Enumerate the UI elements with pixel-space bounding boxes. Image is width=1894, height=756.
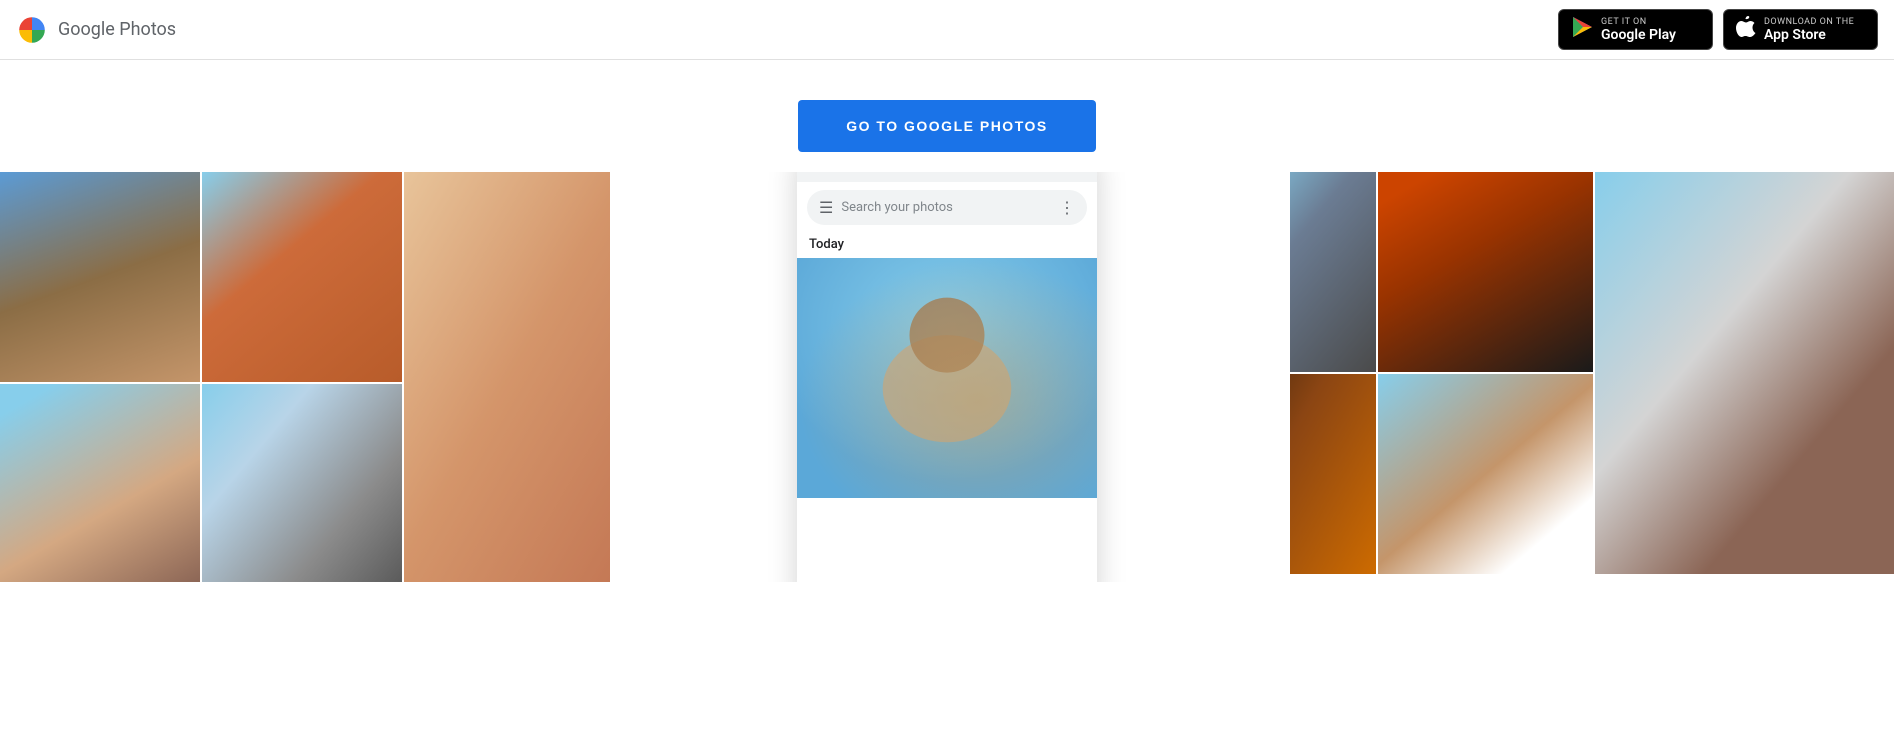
cta-section: GO TO GOOGLE PHOTOS <box>0 60 1894 172</box>
phone-mockup: ☰ Search your photos ⋮ Today <box>797 172 1097 582</box>
photo-child-selfie <box>404 172 614 582</box>
google-pinwheel-icon <box>16 14 48 46</box>
header: Google Photos GET IT ON Google Play <box>0 0 1894 60</box>
photo-selfie-couple <box>0 384 200 582</box>
phone-photo-large <box>797 258 1097 498</box>
app-store-name: App Store <box>1764 27 1854 43</box>
phone-search-text: Search your photos <box>841 200 1051 215</box>
apple-icon <box>1736 16 1756 43</box>
logo-text: Google Photos <box>58 19 176 40</box>
app-store-sub: Download on the <box>1764 17 1854 27</box>
phone-menu-icon: ☰ <box>819 198 833 217</box>
phone-screen: ☰ Search your photos ⋮ Today <box>797 182 1097 582</box>
photo-red-rocks <box>202 172 402 382</box>
app-store-button[interactable]: Download on the App Store <box>1723 9 1878 50</box>
phone-search-bar[interactable]: ☰ Search your photos ⋮ <box>807 190 1087 225</box>
google-play-sub: GET IT ON <box>1601 17 1676 27</box>
photos-left-grid <box>0 172 620 582</box>
photo-desert-walk <box>0 172 200 382</box>
google-play-icon <box>1571 16 1593 43</box>
photo-campfire3 <box>1378 172 1593 372</box>
logo-area: Google Photos <box>16 14 176 46</box>
phone-date-label: Today <box>797 233 1097 258</box>
google-play-name: Google Play <box>1601 27 1676 43</box>
store-buttons-container: GET IT ON Google Play Download on the Ap… <box>1558 9 1878 50</box>
phone-more-icon: ⋮ <box>1059 198 1075 217</box>
go-to-google-photos-button[interactable]: GO TO GOOGLE PHOTOS <box>798 100 1095 152</box>
photo-telescope <box>202 384 402 582</box>
photo-food <box>1161 374 1376 574</box>
photo-campfire2 <box>1161 172 1376 372</box>
google-play-button[interactable]: GET IT ON Google Play <box>1558 9 1713 50</box>
photos-showcase: ☰ Search your photos ⋮ Today <box>0 172 1894 582</box>
photo-rocks-person <box>1378 374 1593 574</box>
google-play-text: GET IT ON Google Play <box>1601 17 1676 43</box>
app-store-text: Download on the App Store <box>1764 17 1854 43</box>
photo-man-outdoors <box>1595 172 1894 574</box>
